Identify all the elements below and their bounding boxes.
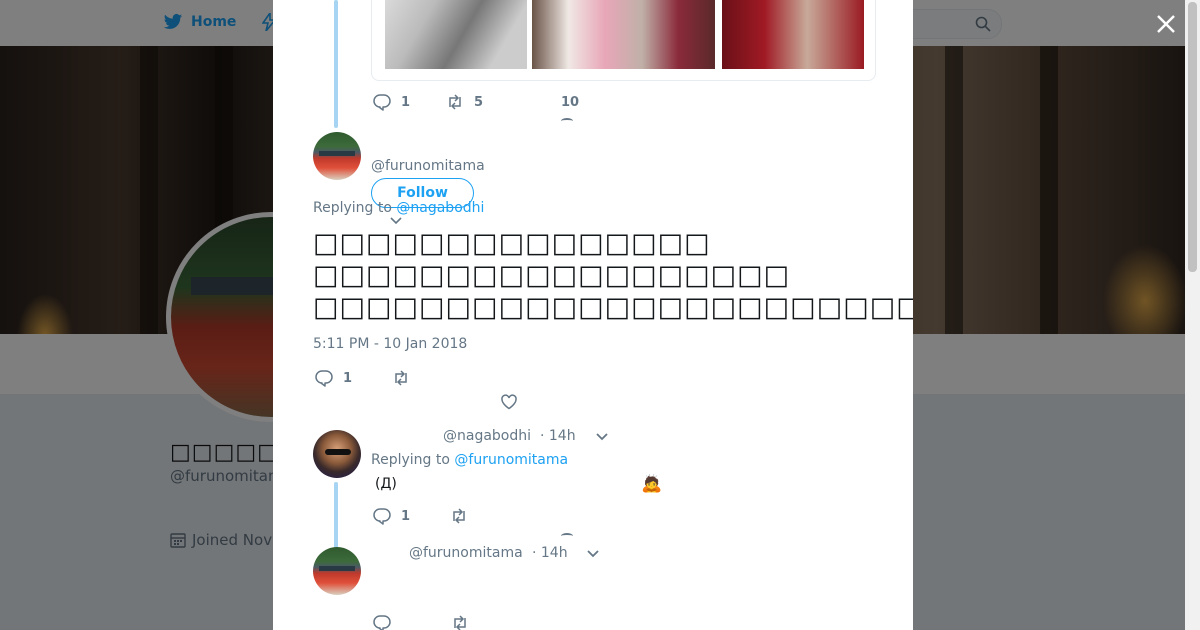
page-scrollbar[interactable] (1185, 0, 1200, 630)
reply-text: (Д) (375, 476, 397, 492)
chevron-down-icon[interactable] (595, 432, 609, 442)
reply-actions: 1 (373, 507, 468, 525)
media-photo-1[interactable] (385, 0, 527, 69)
replying-to-link[interactable]: @nagabodhi (396, 200, 484, 216)
retweet-button[interactable] (451, 614, 469, 630)
retweet-icon (449, 94, 461, 110)
retweet-button[interactable]: 5 (446, 93, 483, 111)
reply-icon (373, 94, 391, 111)
tweet-text-line: □□□□□□□□□□□□□□□ (313, 228, 711, 259)
retweet-button[interactable] (392, 369, 410, 387)
heart-icon[interactable] (561, 533, 573, 539)
media-photo-3[interactable] (722, 0, 864, 69)
tweet-author-handle[interactable]: @furunomitama (371, 158, 485, 174)
replying-to-prefix: Replying to (371, 452, 450, 468)
thread-line (334, 482, 338, 548)
reply-time[interactable]: · 14h (540, 428, 576, 444)
thread-line (334, 0, 338, 128)
tweet-media-card[interactable] (371, 0, 876, 81)
like-count: 10 (561, 95, 580, 110)
tweet-modal: 1 5 10 @furunomitama Follow Replying to … (273, 0, 913, 630)
reply-icon (373, 508, 391, 525)
reply-author-handle[interactable]: @nagabodhi (443, 428, 531, 444)
tweet-text: □□□□□□□□□□□□□□□ □□□□□□□□□□□□□□□□□□ □□□□□… (313, 228, 913, 324)
retweet-icon (454, 615, 466, 630)
reply-author-handle[interactable]: @furunomitama (409, 545, 523, 561)
reply-button[interactable] (373, 614, 391, 630)
chevron-down-icon[interactable] (586, 549, 600, 559)
reply-count: 1 (343, 370, 353, 386)
avatar[interactable] (313, 547, 361, 595)
reply-button[interactable]: 1 (315, 369, 352, 387)
replying-to: Replying to @furunomitama (371, 452, 568, 468)
reply-count: 1 (401, 94, 411, 110)
reply-icon (373, 615, 391, 630)
bowing-emoji: 🙇 (641, 474, 663, 494)
avatar[interactable] (313, 132, 361, 180)
tweet-text-line: □□□□□□□□□□□□□□□□□□□□□□□□□□□□□□□□□□□□ (313, 292, 913, 323)
reply-icon (315, 370, 333, 387)
prev-tweet-actions: 1 5 (373, 93, 483, 111)
chevron-down-icon[interactable] (389, 216, 403, 226)
tweet-actions: 1 (315, 369, 410, 387)
heart-icon[interactable] (561, 118, 573, 124)
close-icon (1157, 15, 1175, 33)
media-photo-2[interactable] (532, 0, 715, 69)
heart-icon[interactable] (500, 393, 518, 411)
tweet-text-line: □□□□□□□□□□□□□□□□□□ (313, 260, 791, 291)
reply-actions (373, 614, 469, 630)
scrollbar-thumb[interactable] (1188, 2, 1197, 272)
replying-to-prefix: Replying to (313, 200, 392, 216)
retweet-icon (453, 508, 465, 524)
close-modal-button[interactable] (1154, 12, 1178, 36)
replying-to-link[interactable]: @furunomitama (454, 452, 568, 468)
retweet-count: 5 (474, 94, 484, 110)
reply-time[interactable]: · 14h (532, 545, 568, 561)
avatar[interactable] (313, 430, 361, 478)
reply-button[interactable]: 1 (373, 93, 410, 111)
reply-button[interactable]: 1 (373, 507, 410, 525)
retweet-button[interactable] (450, 507, 468, 525)
replying-to: Replying to @nagabodhi (313, 200, 484, 216)
retweet-icon (395, 370, 407, 386)
reply-count: 1 (401, 508, 411, 524)
tweet-timestamp[interactable]: 5:11 PM - 10 Jan 2018 (313, 336, 467, 352)
